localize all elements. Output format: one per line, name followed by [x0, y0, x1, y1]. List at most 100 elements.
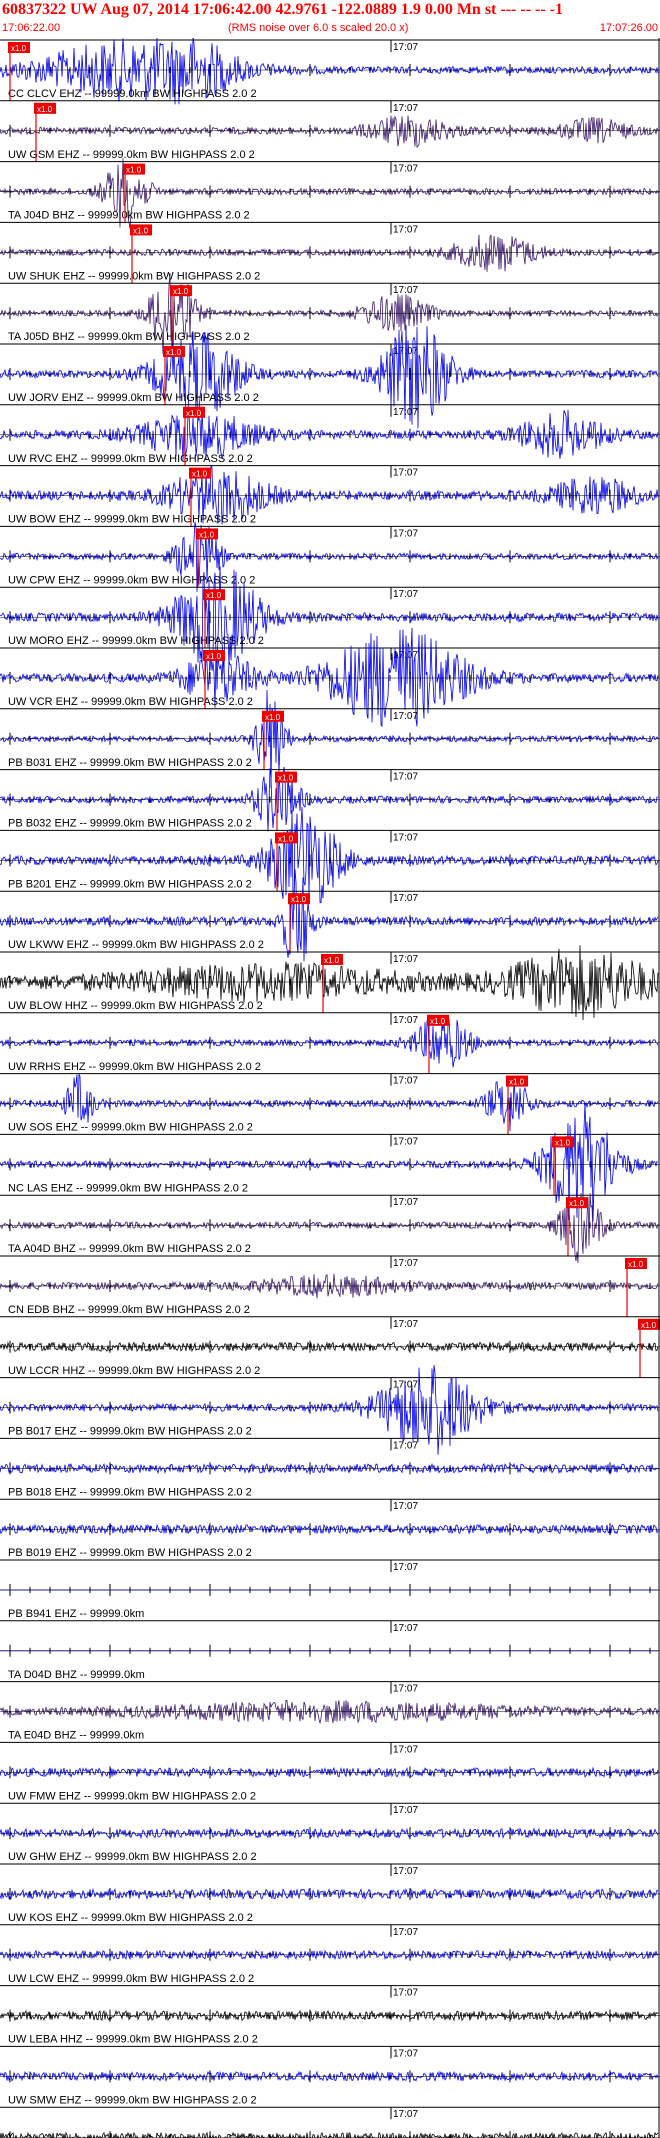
pick-label: x1.0 — [509, 1078, 525, 1087]
station-label: TA J04D BHZ -- 99999.0km BW HIGHPASS 2.0… — [8, 210, 250, 222]
pick-label: x1.0 — [641, 1321, 657, 1330]
station-label: UW SHUK EHZ -- 99999.0km BW HIGHPASS 2.0… — [8, 270, 260, 282]
station-label: UW GHW EHZ -- 99999.0km BW HIGHPASS 2.0 … — [8, 1851, 257, 1863]
trace-row: 17:07 UW RVC EHZ -- 99999.0km BW HIGHPASS… — [0, 404, 660, 466]
trace-row: 17:07 UW BOW EHZ -- 99999.0km BW HIGHPASS… — [0, 464, 660, 527]
minute-label: 17:07 — [393, 1805, 418, 1816]
trace-row: 17:07 TA A04D BHZ -- 99999.0km BW HIGHPAS… — [0, 1192, 660, 1263]
pick-label: x1.0 — [324, 956, 340, 965]
pick-label: x1.0 — [133, 226, 149, 235]
station-label: UW BOW EHZ -- 99999.0km BW HIGHPASS 2.0 … — [8, 514, 256, 526]
trace-row: 17:07 PB B032 EHZ -- 99999.0km BW HIGHPAS… — [0, 766, 660, 832]
pick-label: x1.0 — [166, 348, 182, 357]
waveform — [0, 1364, 659, 1455]
minute-label: 17:07 — [393, 1319, 418, 1330]
minute-label: 17:07 — [393, 468, 418, 479]
minute-label: 17:07 — [393, 1684, 418, 1695]
trace-row: 17:07 UW GSM EHZ -- 99999.0km BW HIGHPASS… — [0, 100, 660, 162]
pick-label: x1.0 — [37, 105, 53, 114]
minute-label: 17:07 — [393, 832, 418, 843]
minute-label: 17:07 — [393, 1076, 418, 1087]
trace-row: 17:07 UW SOS EHZ -- 99999.0km BW HIGHPASS… — [0, 1073, 660, 1135]
pick-label: x1.0 — [291, 895, 307, 904]
trace-row: 17:07 UW CPW EHZ -- 99999.0km BW HIGHPASS… — [0, 521, 660, 592]
trace-row: 17:07 PB B019 EHZ -- 99999.0km BW HIGHPAS… — [0, 1498, 660, 1559]
minute-label: 17:07 — [393, 1258, 418, 1269]
minute-label: 17:07 — [393, 954, 418, 965]
minute-label: 17:07 — [393, 1440, 418, 1451]
pick-label: x1.0 — [569, 1199, 585, 1208]
trace-row: 17:07 PB B017 EHZ -- 99999.0km BW HIGHPAS… — [0, 1364, 660, 1455]
station-label: UW RVC EHZ -- 99999.0km BW HIGHPASS 2.0 … — [8, 453, 253, 465]
pick-label: x1.0 — [206, 591, 222, 600]
minute-label: 17:07 — [393, 1501, 418, 1512]
pick-label: x1.0 — [126, 166, 142, 175]
trace-row: 17:07 TA J04D BHZ -- 99999.0km BW HIGHPAS… — [0, 158, 660, 229]
minute-label: 17:07 — [393, 772, 418, 783]
pick-label: x1.0 — [278, 834, 294, 843]
minute-label: 17:07 — [393, 407, 418, 418]
station-label: TA D04D BHZ -- 99999.0km — [8, 1669, 145, 1681]
trace-row: 17:07 UW SHUK EHZ -- 99999.0km BW HIGHPAS… — [0, 221, 660, 284]
station-label: UW CPW EHZ -- 99999.0km BW HIGHPASS 2.0 … — [8, 574, 255, 586]
station-label: CN EDB BHZ -- 99999.0km BW HIGHPASS 2.0 … — [8, 1304, 250, 1316]
minute-label: 17:07 — [393, 1562, 418, 1573]
trace-row: 17:07 UW LCW EHZ -- 99999.0km BW HIGHPASS… — [0, 1924, 660, 1985]
header-bar: 60837322 UW Aug 07, 2014 17:06:42.00 42.… — [0, 0, 660, 40]
minute-label: 17:07 — [393, 164, 418, 175]
trace-row: 17:07TA J05D BHZ -- 99999.0km BW HIGHPAS… — [0, 273, 660, 359]
station-label: TA J05D BHZ -- 99999.0km BW HIGHPASS 2.0… — [8, 331, 250, 343]
station-label: UW JORV EHZ -- 99999.0km BW HIGHPASS 2.0… — [8, 392, 259, 404]
pick-label: x1.0 — [430, 1017, 446, 1026]
minute-label: 17:07 — [393, 2109, 418, 2120]
station-label: PB B017 EHZ -- 99999.0km BW HIGHPASS 2.0… — [8, 1426, 252, 1438]
trace-row: 17:07 UW LEBA HHZ -- 99999.0km BW HIGHPAS… — [0, 1985, 660, 2046]
station-label: UW LCW EHZ -- 99999.0km BW HIGHPASS 2.0 … — [8, 1973, 254, 1985]
station-label: UW SMW EHZ -- 99999.0km BW HIGHPASS 2.0 … — [8, 2094, 257, 2106]
station-label: UW FMW EHZ -- 99999.0km BW HIGHPASS 2.0 … — [8, 1790, 256, 1802]
trace-row: 17:07 CC CLCV EHZ -- 99999.0km BW HIGHPAS… — [0, 38, 660, 105]
trace-row: 17:07UW STOR HHZ -- 99999.0km BW HIGHPAS… — [0, 2106, 660, 2138]
trace-row: 17:07 UW KOS EHZ -- 99999.0km BW HIGHPASS… — [0, 1863, 660, 1924]
minute-label: 17:07 — [393, 42, 418, 53]
station-label: PB B019 EHZ -- 99999.0km BW HIGHPASS 2.0… — [8, 1547, 252, 1559]
pick-label: x1.0 — [192, 470, 208, 479]
station-label: UW LKWW EHZ -- 99999.0km BW HIGHPASS 2.0… — [8, 939, 264, 951]
minute-label: 17:07 — [393, 1197, 418, 1208]
minute-label: 17:07 — [393, 1927, 418, 1938]
pick-label: x1.0 — [206, 652, 222, 661]
station-label: PB B018 EHZ -- 99999.0km BW HIGHPASS 2.0… — [8, 1486, 252, 1498]
pick-label: x1.0 — [186, 409, 202, 418]
station-label: UW KOS EHZ -- 99999.0km BW HIGHPASS 2.0 … — [8, 1912, 253, 1924]
station-label: UW RRHS EHZ -- 99999.0km BW HIGHPASS 2.0… — [8, 1061, 261, 1073]
trace-row: 17:07 UW RRHS EHZ -- 99999.0km BW HIGHPAS… — [0, 1012, 660, 1074]
station-label: TA E04D BHZ -- 99999.0km — [8, 1730, 144, 1742]
trace-row: 17:07 UW FMW EHZ -- 99999.0km BW HIGHPASS… — [0, 1741, 660, 1802]
station-label: UW VCR EHZ -- 99999.0km BW HIGHPASS 2.0 … — [8, 696, 253, 708]
trace-row: 17:07 PB B941 EHZ -- 99999.0km — [0, 1559, 660, 1620]
trace-row: 17:07 UW LCCR HHZ -- 99999.0km BW HIGHPAS… — [0, 1316, 660, 1378]
minute-label: 17:07 — [393, 224, 418, 235]
end-time-label: 17:07:26.00 — [599, 22, 658, 34]
minute-label: 17:07 — [393, 1866, 418, 1877]
minute-label: 17:07 — [393, 2048, 418, 2059]
minute-label: 17:07 — [393, 1988, 418, 1999]
trace-row: 17:07 UW BLOW HHZ -- 99999.0km BW HIGHPAS… — [0, 945, 660, 1021]
trace-row: 17:07 TA E04D BHZ -- 99999.0km — [0, 1681, 660, 1742]
trace-row: 17:07 TA D04D BHZ -- 99999.0km — [0, 1620, 660, 1681]
station-label: UW LEBA HHZ -- 99999.0km BW HIGHPASS 2.0… — [8, 2034, 258, 2046]
minute-label: 17:07 — [393, 711, 418, 722]
pick-label: x1.0 — [199, 530, 215, 539]
minute-label: 17:07 — [393, 1015, 418, 1026]
station-label: CC CLCV EHZ -- 99999.0km BW HIGHPASS 2.0… — [8, 88, 257, 100]
minute-label: 17:07 — [393, 528, 418, 539]
minute-label: 17:07 — [393, 1136, 418, 1147]
minute-label: 17:07 — [393, 1744, 418, 1755]
trace-row: 17:07 UW SMW EHZ -- 99999.0km BW HIGHPASS… — [0, 2045, 660, 2106]
station-label: PB B032 EHZ -- 99999.0km BW HIGHPASS 2.0… — [8, 818, 252, 830]
station-label: NC LAS EHZ -- 99999.0km BW HIGHPASS 2.0 … — [8, 1182, 248, 1194]
seismogram-plot: 17:07 CC CLCV EHZ -- 99999.0km BW HIGHPAS… — [0, 38, 660, 2138]
station-label: UW BLOW HHZ -- 99999.0km BW HIGHPASS 2.0… — [8, 1000, 263, 1012]
pick-label: x1.0 — [265, 713, 281, 722]
minute-label: 17:07 — [393, 589, 418, 600]
